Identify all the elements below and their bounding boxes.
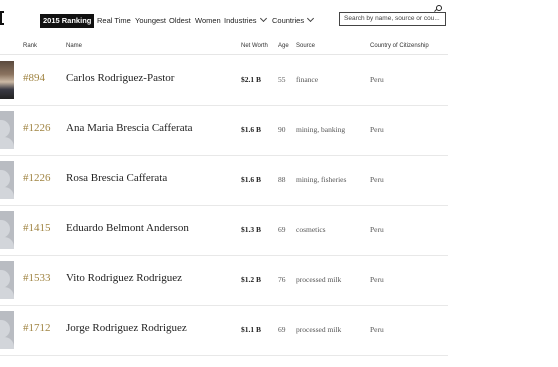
avatar <box>0 61 14 99</box>
age: 69 <box>278 325 286 334</box>
rank: #1533 <box>23 272 51 284</box>
header-country[interactable]: Country of Citizenship <box>370 43 429 49</box>
header-source[interactable]: Source <box>296 43 315 49</box>
table-row[interactable]: #894 Carlos Rodriguez-Pastor $2.1 B 55 f… <box>0 55 448 106</box>
country: Peru <box>370 325 384 334</box>
avatar-placeholder-icon <box>0 211 14 249</box>
person-name[interactable]: Jorge Rodriguez Rodriguez <box>66 322 187 334</box>
chevron-down-icon <box>307 14 315 23</box>
avatar-placeholder-icon <box>0 161 14 199</box>
table-row[interactable]: #1226 Ana Maria Brescia Cafferata $1.6 B… <box>0 105 448 156</box>
age: 90 <box>278 125 286 134</box>
search-icon[interactable] <box>436 5 442 11</box>
header-rank[interactable]: Rank <box>23 43 37 49</box>
logo[interactable] <box>0 11 4 25</box>
country: Peru <box>370 225 384 234</box>
age: 88 <box>278 175 286 184</box>
rank: #894 <box>23 72 45 84</box>
age: 69 <box>278 225 286 234</box>
tab-2015-ranking[interactable]: 2015 Ranking <box>40 14 95 28</box>
tab-women[interactable]: Women <box>195 14 221 28</box>
table-row[interactable]: #1712 Jorge Rodriguez Rodriguez $1.1 B 6… <box>0 305 448 356</box>
avatar-placeholder-icon <box>0 261 14 299</box>
table-row[interactable]: #1226 Rosa Brescia Cafferata $1.6 B 88 m… <box>0 155 448 206</box>
person-name[interactable]: Carlos Rodriguez-Pastor <box>66 72 174 84</box>
net-worth: $2.1 B <box>241 75 262 84</box>
country: Peru <box>370 175 384 184</box>
search-input[interactable]: Search by name, source or cou... <box>339 12 446 26</box>
chevron-down-icon <box>259 14 267 23</box>
person-name[interactable]: Vito Rodriguez Rodriguez <box>66 272 182 284</box>
source: mining, fisheries <box>296 175 347 184</box>
country: Peru <box>370 275 384 284</box>
table-row[interactable]: #1415 Eduardo Belmont Anderson $1.3 B 69… <box>0 205 448 256</box>
country: Peru <box>370 125 384 134</box>
table-row[interactable]: #1533 Vito Rodriguez Rodriguez $1.2 B 76… <box>0 255 448 306</box>
header-net-worth[interactable]: Net Worth <box>241 43 268 49</box>
tab-industries[interactable]: Industries <box>224 14 267 28</box>
age: 76 <box>278 275 286 284</box>
age: 55 <box>278 75 286 84</box>
net-worth: $1.2 B <box>241 275 262 284</box>
source: processed milk <box>296 275 342 284</box>
net-worth: $1.6 B <box>241 175 262 184</box>
source: finance <box>296 75 319 84</box>
rank: #1712 <box>23 322 51 334</box>
avatar-placeholder-icon <box>0 311 14 349</box>
person-name[interactable]: Ana Maria Brescia Cafferata <box>66 122 193 134</box>
avatar-placeholder-icon <box>0 111 14 149</box>
net-worth: $1.6 B <box>241 125 262 134</box>
header-name[interactable]: Name <box>66 43 82 49</box>
person-name[interactable]: Eduardo Belmont Anderson <box>66 222 189 234</box>
rank: #1226 <box>23 122 51 134</box>
top-nav: 2015 Ranking Real Time Youngest Oldest W… <box>0 0 558 40</box>
source: cosmetics <box>296 225 326 234</box>
tab-youngest[interactable]: Youngest <box>135 14 166 28</box>
table-header: Rank Name Net Worth Age Source Country o… <box>0 40 448 55</box>
tab-industries-label: Industries <box>224 16 257 25</box>
country: Peru <box>370 75 384 84</box>
tab-oldest[interactable]: Oldest <box>169 14 191 28</box>
tab-countries[interactable]: Countries <box>272 14 315 28</box>
person-name[interactable]: Rosa Brescia Cafferata <box>66 172 167 184</box>
rank: #1415 <box>23 222 51 234</box>
rank: #1226 <box>23 172 51 184</box>
tab-real-time[interactable]: Real Time <box>97 14 131 28</box>
source: mining, banking <box>296 125 346 134</box>
tab-countries-label: Countries <box>272 16 305 25</box>
net-worth: $1.1 B <box>241 325 262 334</box>
header-age[interactable]: Age <box>278 43 289 49</box>
net-worth: $1.3 B <box>241 225 262 234</box>
source: processed milk <box>296 325 342 334</box>
